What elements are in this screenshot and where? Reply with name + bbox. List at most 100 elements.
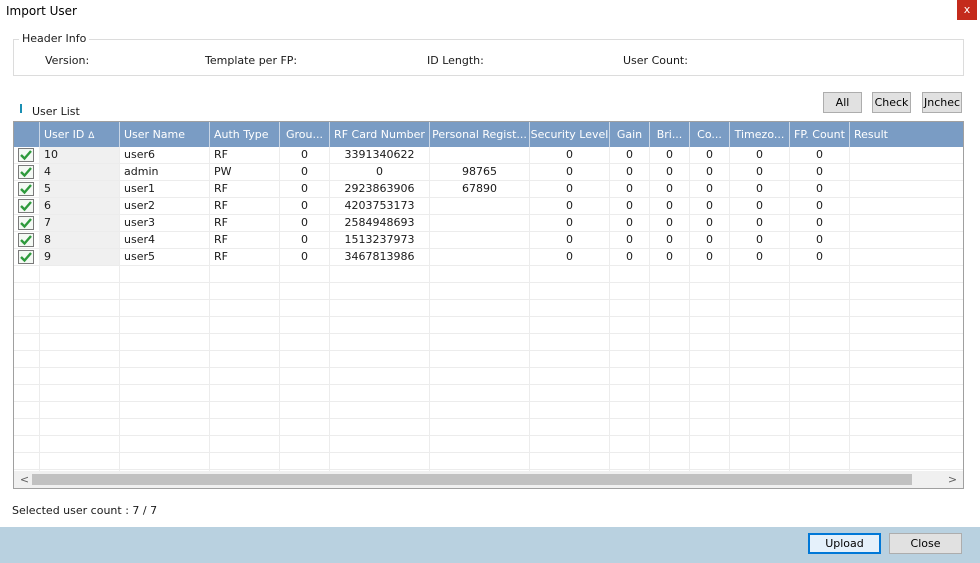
table-row[interactable]: 6 user2 RF 0 4203753173 0 0 0 0 0 0: [14, 198, 963, 215]
table-cell: 0: [280, 181, 330, 197]
table-cell: 9: [40, 249, 120, 265]
empty-row: [14, 436, 963, 453]
empty-cell: [40, 402, 120, 418]
column-header[interactable]: Result: [850, 122, 963, 147]
empty-cell: [40, 351, 120, 367]
column-header[interactable]: User Name: [120, 122, 210, 147]
user-list-grid[interactable]: User ID Δ User Name Auth Type Grou... RF Card…: [13, 121, 964, 489]
row-checkbox[interactable]: [14, 215, 40, 231]
scroll-left-arrow-icon[interactable]: <: [16, 471, 33, 488]
scroll-thumb[interactable]: [32, 474, 912, 485]
check-icon[interactable]: [18, 182, 34, 196]
check-icon[interactable]: [18, 148, 34, 162]
column-header[interactable]: Bri...: [650, 122, 690, 147]
empty-row: [14, 334, 963, 351]
empty-row: [14, 266, 963, 283]
table-cell: [850, 147, 963, 163]
column-header[interactable]: User ID Δ: [40, 122, 120, 147]
check-icon[interactable]: [18, 199, 34, 213]
empty-row: [14, 368, 963, 385]
table-cell: 0: [650, 232, 690, 248]
table-cell: PW: [210, 164, 280, 180]
table-cell: 6: [40, 198, 120, 214]
column-header[interactable]: Gain: [610, 122, 650, 147]
column-header-label: User ID: [44, 128, 85, 141]
column-header[interactable]: Timezo...: [730, 122, 790, 147]
table-cell: 3391340622: [330, 147, 430, 163]
column-header-label: Personal Regist...: [432, 128, 527, 141]
row-checkbox[interactable]: [14, 181, 40, 197]
table-cell: 8: [40, 232, 120, 248]
table-cell: 0: [730, 232, 790, 248]
table-row[interactable]: 8 user4 RF 0 1513237973 0 0 0 0 0 0: [14, 232, 963, 249]
column-header[interactable]: Personal Regist...: [430, 122, 530, 147]
column-header[interactable]: RF Card Number: [330, 122, 430, 147]
table-cell: 0: [730, 147, 790, 163]
table-cell: 0: [530, 147, 610, 163]
column-header[interactable]: Security Level: [530, 122, 610, 147]
check-icon[interactable]: [18, 165, 34, 179]
column-header[interactable]: FP. Count: [790, 122, 850, 147]
table-cell: 0: [690, 249, 730, 265]
bottom-bar: Upload Close: [0, 527, 980, 563]
column-header[interactable]: Co...: [690, 122, 730, 147]
check-icon[interactable]: [18, 250, 34, 264]
check-button[interactable]: Check: [872, 92, 911, 113]
upload-button[interactable]: Upload: [808, 533, 881, 554]
table-cell: [430, 198, 530, 214]
empty-row: [14, 385, 963, 402]
close-button[interactable]: Close: [889, 533, 962, 554]
column-header-label: Security Level: [530, 128, 609, 141]
empty-row: [14, 300, 963, 317]
table-cell: 0: [790, 164, 850, 180]
table-cell: 0: [650, 147, 690, 163]
column-header[interactable]: Auth Type: [210, 122, 280, 147]
empty-cell: [40, 385, 120, 401]
column-header[interactable]: Grou...: [280, 122, 330, 147]
table-cell: 0: [610, 181, 650, 197]
table-cell: RF: [210, 215, 280, 231]
window-close-button[interactable]: x: [957, 0, 977, 20]
table-cell: 0: [530, 232, 610, 248]
table-row[interactable]: 7 user3 RF 0 2584948693 0 0 0 0 0 0: [14, 215, 963, 232]
horizontal-scrollbar[interactable]: < >: [14, 471, 963, 488]
uncheck-button[interactable]: Jncheck: [922, 92, 962, 113]
table-cell: [430, 147, 530, 163]
row-checkbox[interactable]: [14, 147, 40, 163]
table-cell: 0: [730, 164, 790, 180]
id-length-label: ID Length:: [427, 54, 484, 67]
selected-user-count: Selected user count : 7 / 7: [12, 504, 158, 517]
table-cell: 98765: [430, 164, 530, 180]
empty-cell: [40, 419, 120, 435]
check-icon[interactable]: [18, 233, 34, 247]
table-cell: 0: [610, 164, 650, 180]
scroll-right-arrow-icon[interactable]: >: [944, 471, 961, 488]
table-row[interactable]: 4 admin PW 0 0 98765 0 0 0 0 0 0: [14, 164, 963, 181]
table-cell: [850, 198, 963, 214]
table-row[interactable]: 10 user6 RF 0 3391340622 0 0 0 0 0 0: [14, 147, 963, 164]
table-cell: user4: [120, 232, 210, 248]
row-checkbox[interactable]: [14, 249, 40, 265]
table-cell: 2923863906: [330, 181, 430, 197]
table-cell: 2584948693: [330, 215, 430, 231]
table-row[interactable]: 5 user1 RF 0 2923863906 67890 0 0 0 0 0 0: [14, 181, 963, 198]
table-cell: admin: [120, 164, 210, 180]
table-cell: [850, 249, 963, 265]
table-cell: 0: [690, 164, 730, 180]
row-checkbox[interactable]: [14, 232, 40, 248]
empty-cell: [40, 334, 120, 350]
table-cell: 0: [610, 147, 650, 163]
table-cell: 0: [730, 181, 790, 197]
table-cell: user5: [120, 249, 210, 265]
table-cell: 0: [690, 181, 730, 197]
table-cell: 4: [40, 164, 120, 180]
table-cell: 1513237973: [330, 232, 430, 248]
table-row[interactable]: 9 user5 RF 0 3467813986 0 0 0 0 0 0: [14, 249, 963, 266]
version-label: Version:: [45, 54, 90, 67]
row-checkbox[interactable]: [14, 164, 40, 180]
row-checkbox[interactable]: [14, 198, 40, 214]
all-button[interactable]: All: [823, 92, 862, 113]
check-icon[interactable]: [18, 216, 34, 230]
empty-cell: [40, 368, 120, 384]
table-cell: 5: [40, 181, 120, 197]
